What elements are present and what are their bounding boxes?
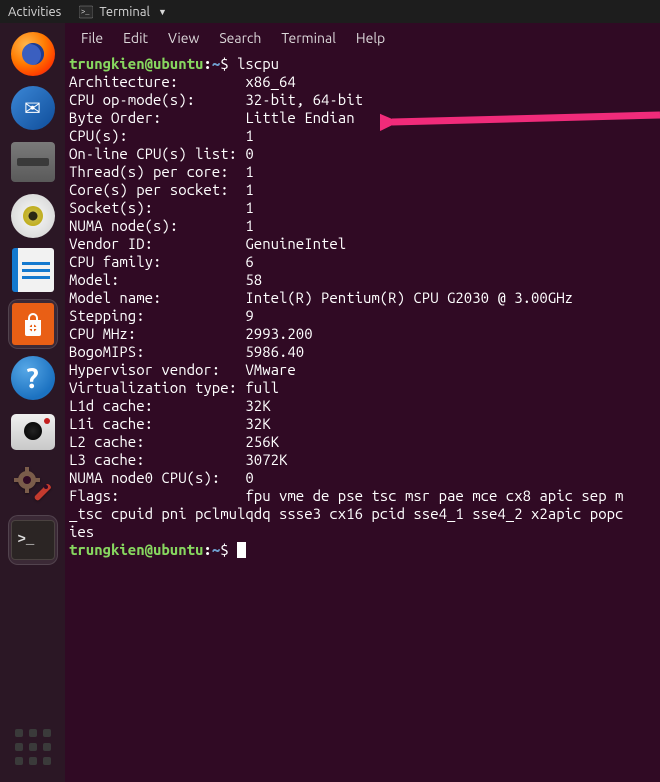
dock-thunderbird[interactable] bbox=[8, 83, 58, 133]
svg-text:>_: >_ bbox=[81, 9, 90, 17]
menu-file[interactable]: File bbox=[73, 28, 111, 48]
app-menu-label: Terminal bbox=[99, 5, 150, 19]
menu-view[interactable]: View bbox=[160, 28, 207, 48]
firefox-icon bbox=[11, 32, 55, 76]
speaker-icon bbox=[11, 194, 55, 238]
menu-terminal[interactable]: Terminal bbox=[273, 28, 344, 48]
top-panel: Activities >_ Terminal ▼ bbox=[0, 0, 660, 23]
dock-apps-grid[interactable] bbox=[8, 722, 58, 772]
thunderbird-icon bbox=[11, 86, 55, 130]
document-icon bbox=[12, 248, 54, 292]
gear-wrench-icon bbox=[11, 464, 55, 508]
dock-terminal[interactable] bbox=[8, 515, 58, 565]
menu-edit[interactable]: Edit bbox=[115, 28, 156, 48]
dock-settings[interactable] bbox=[8, 461, 58, 511]
dock-screenshot[interactable] bbox=[8, 407, 58, 457]
dock-rhythmbox[interactable] bbox=[8, 191, 58, 241]
dock-writer[interactable] bbox=[8, 245, 58, 295]
dock-help[interactable] bbox=[8, 353, 58, 403]
menu-search[interactable]: Search bbox=[211, 28, 269, 48]
dock-firefox[interactable] bbox=[8, 29, 58, 79]
dock-files[interactable] bbox=[8, 137, 58, 187]
terminal-output[interactable]: trungkien@ubuntu:~$ lscpu Architecture: … bbox=[65, 53, 660, 782]
help-icon bbox=[11, 356, 55, 400]
files-icon bbox=[11, 142, 55, 182]
terminal-icon bbox=[11, 520, 55, 560]
terminal-small-icon: >_ bbox=[79, 5, 93, 19]
chevron-down-icon: ▼ bbox=[158, 7, 167, 17]
terminal-menubar: File Edit View Search Terminal Help bbox=[65, 23, 660, 53]
cursor bbox=[237, 542, 246, 558]
activities-button[interactable]: Activities bbox=[8, 5, 61, 19]
menu-help[interactable]: Help bbox=[348, 28, 393, 48]
grid-icon bbox=[11, 725, 55, 769]
shopping-bag-icon bbox=[12, 303, 54, 345]
camera-icon bbox=[11, 414, 55, 450]
app-menu[interactable]: >_ Terminal ▼ bbox=[79, 5, 167, 19]
dock-software[interactable] bbox=[8, 299, 58, 349]
terminal-window: File Edit View Search Terminal Help trun… bbox=[65, 23, 660, 782]
dock bbox=[0, 23, 65, 782]
